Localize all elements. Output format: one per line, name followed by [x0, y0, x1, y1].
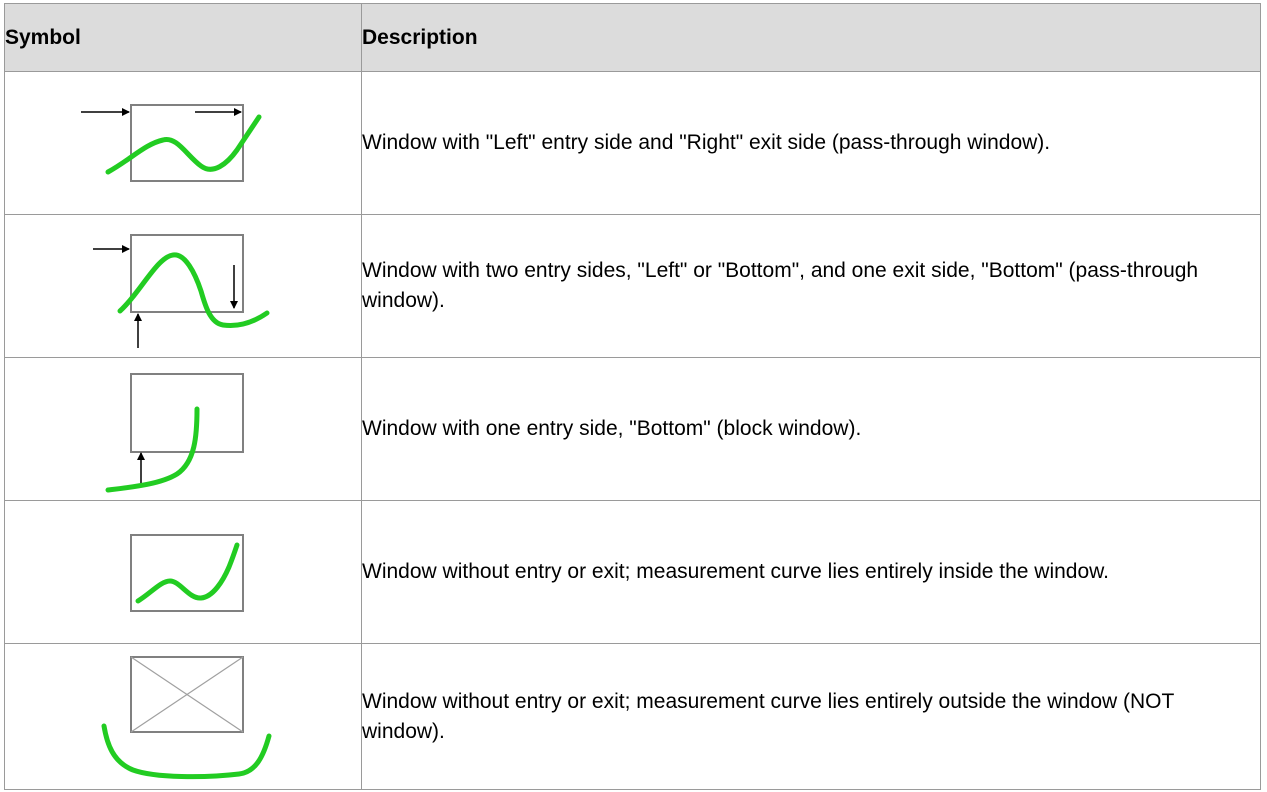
- pass-through-window-left-bottom-icon: [93, 234, 270, 348]
- table-row: Window with one entry side, "Bottom" (bl…: [4, 357, 1261, 501]
- symbol-cell: [4, 643, 362, 790]
- not-window-icon: [101, 656, 272, 780]
- table-row: Window without entry or exit; measuremen…: [4, 500, 1261, 644]
- description-cell: Window without entry or exit; measuremen…: [361, 643, 1261, 790]
- table-row: Window without entry or exit; measuremen…: [4, 643, 1261, 790]
- description-cell: Window without entry or exit; measuremen…: [361, 500, 1261, 644]
- pass-through-window-left-right-icon: [81, 104, 262, 182]
- header-symbol: Symbol: [4, 3, 362, 72]
- table-header-row: Symbol Description: [4, 3, 1261, 72]
- header-description: Description: [361, 3, 1261, 72]
- description-cell: Window with one entry side, "Bottom" (bl…: [361, 357, 1261, 501]
- symbol-table: Symbol Description Window with "Left" en…: [4, 3, 1261, 790]
- table-row: Window with two entry sides, "Left" or "…: [4, 214, 1261, 358]
- symbol-cell: [4, 71, 362, 215]
- block-window-bottom-icon: [105, 373, 244, 493]
- description-cell: Window with "Left" entry side and "Right…: [361, 71, 1261, 215]
- symbol-cell: [4, 357, 362, 501]
- table-row: Window with "Left" entry side and "Right…: [4, 71, 1261, 215]
- description-cell: Window with two entry sides, "Left" or "…: [361, 214, 1261, 358]
- symbol-cell: [4, 214, 362, 358]
- symbol-cell: [4, 500, 362, 644]
- curve-inside-window-icon: [130, 534, 244, 612]
